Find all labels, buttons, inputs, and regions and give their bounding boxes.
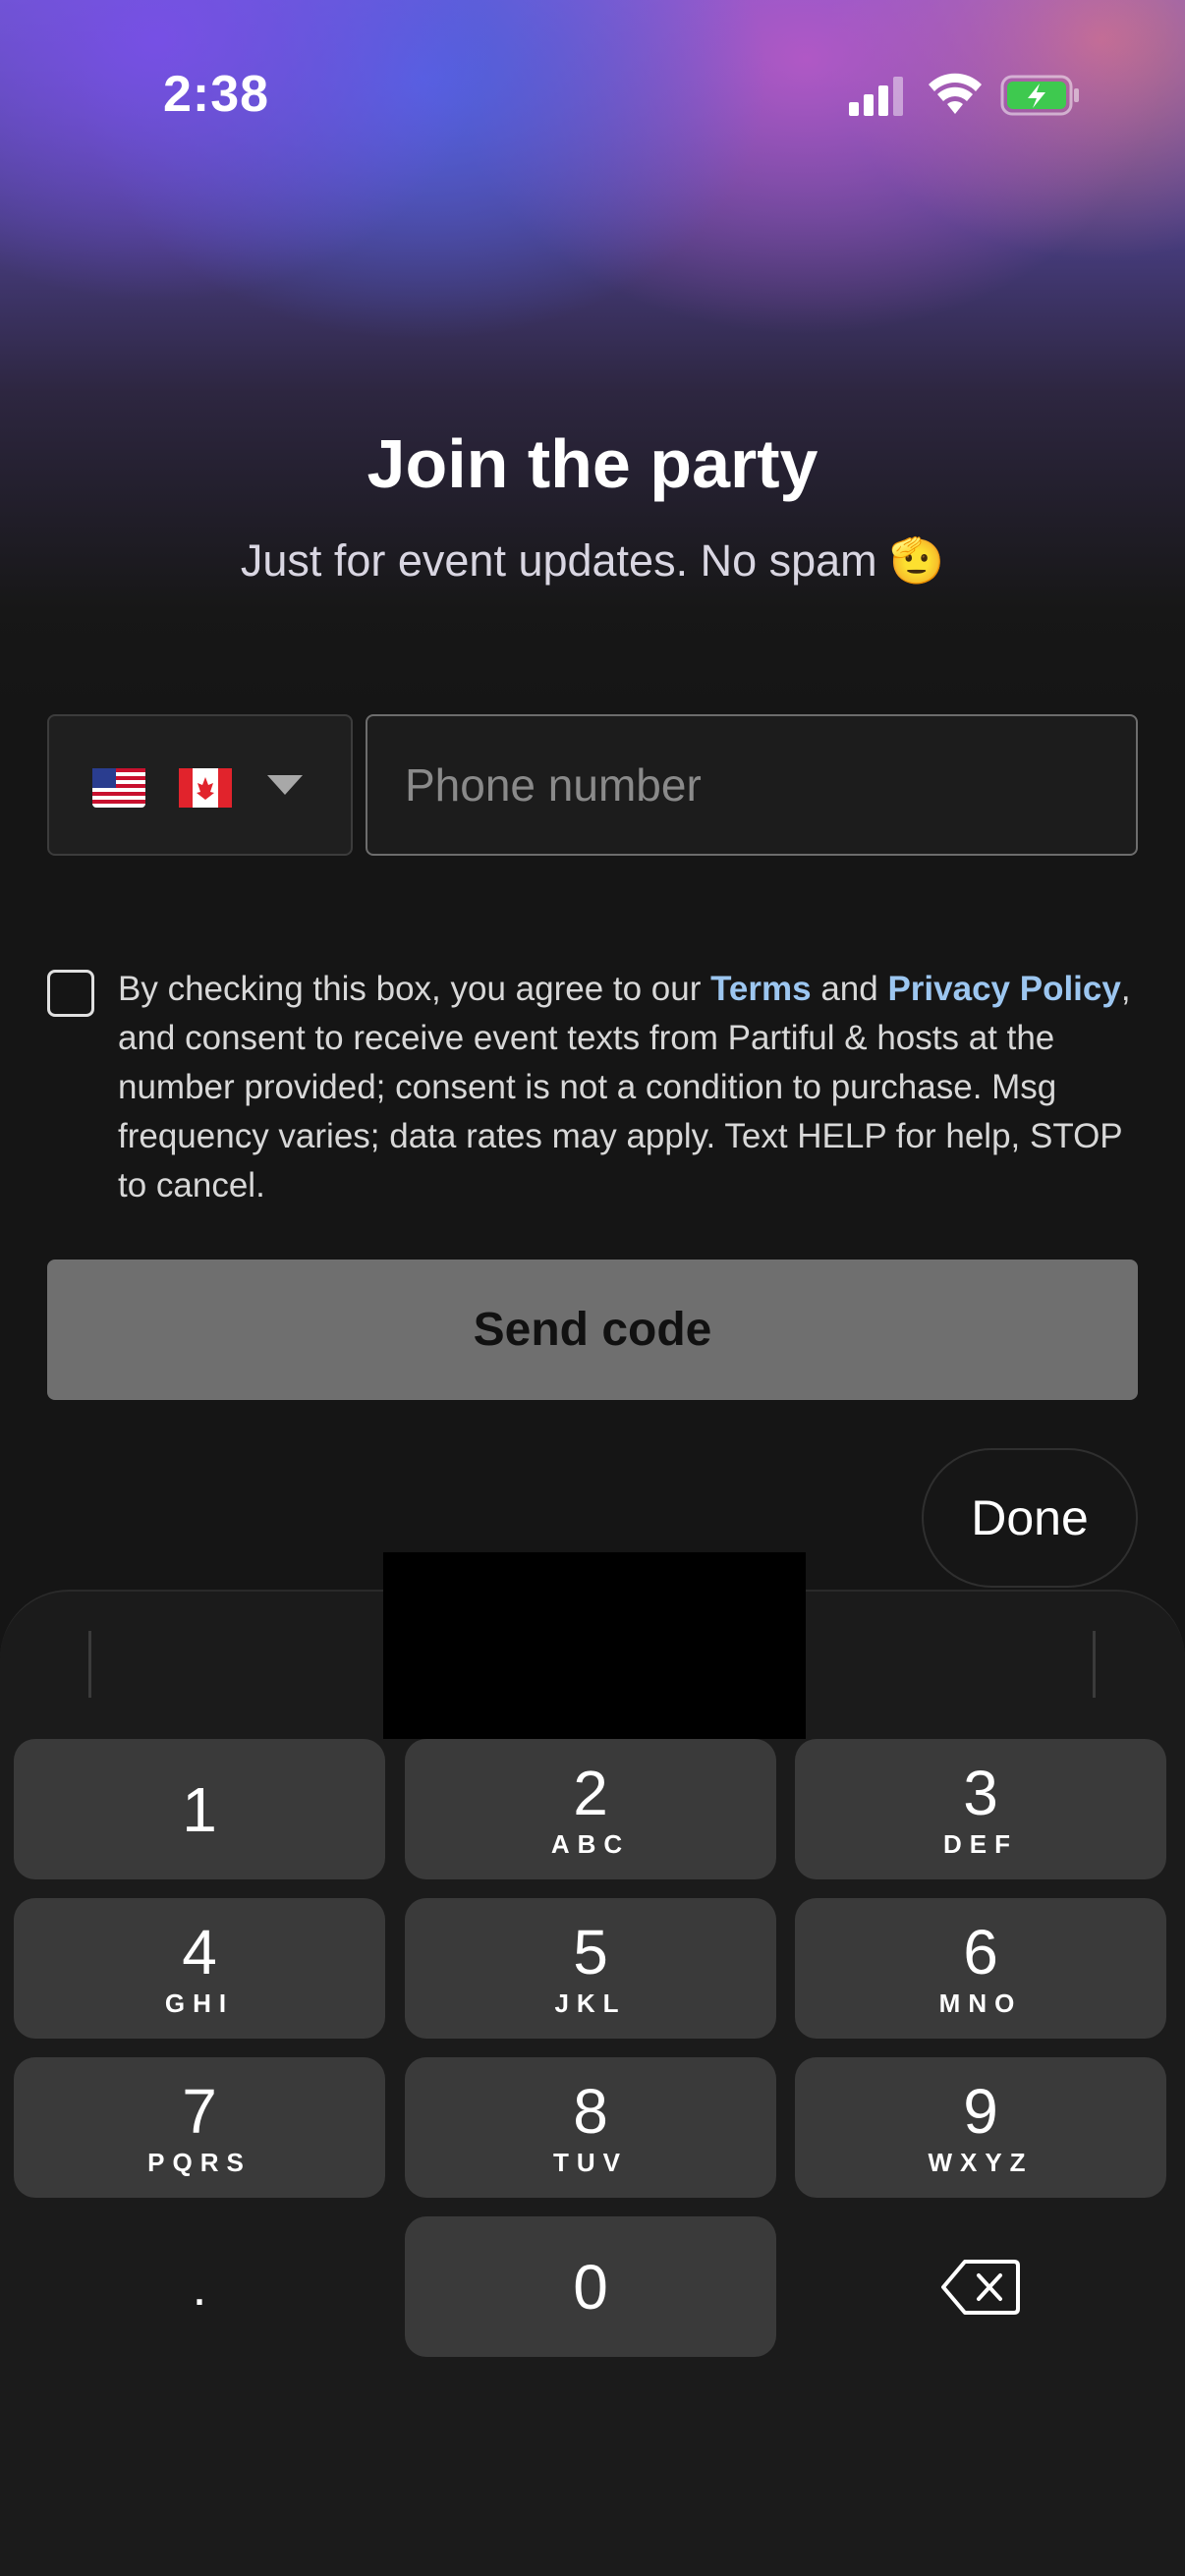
key-letters: PQRS <box>147 2148 252 2177</box>
page-subtitle: Just for event updates. No spam 🫡 <box>240 535 945 586</box>
key-3[interactable]: 3 DEF <box>795 1739 1166 1879</box>
done-button[interactable]: Done <box>922 1448 1138 1588</box>
key-backspace[interactable] <box>795 2216 1166 2357</box>
key-digit: 3 <box>963 1758 998 1828</box>
key-letters: GHI <box>164 1988 235 2018</box>
key-decimal[interactable]: . <box>14 2216 385 2357</box>
keyboard-toolbar-divider <box>1093 1631 1096 1698</box>
key-2[interactable]: 2 ABC <box>405 1739 776 1879</box>
key-digit: 2 <box>573 1758 608 1828</box>
key-letters: MNO <box>938 1988 1023 2018</box>
key-digit: 1 <box>182 1773 217 1845</box>
country-flags <box>92 761 246 811</box>
key-8[interactable]: 8 TUV <box>405 2057 776 2198</box>
consent-text-and: and <box>811 970 888 1008</box>
backspace-icon <box>941 2259 1020 2315</box>
key-6[interactable]: 6 MNO <box>795 1898 1166 2039</box>
key-letters: JKL <box>554 1988 627 2018</box>
key-digit: 4 <box>182 1917 217 1988</box>
key-digit: 7 <box>182 2076 217 2147</box>
key-letters: ABC <box>550 1829 631 1859</box>
consent-checkbox[interactable] <box>47 970 94 1017</box>
key-letters: DEF <box>943 1829 1018 1859</box>
key-letters: WXYZ <box>928 2148 1034 2177</box>
phone-number-input[interactable] <box>366 714 1138 856</box>
consent-text: By checking this box, you agree to our T… <box>118 965 1150 1210</box>
key-9[interactable]: 9 WXYZ <box>795 2057 1166 2198</box>
key-1[interactable]: 1 <box>14 1739 385 1879</box>
us-flag-icon <box>92 768 145 809</box>
redacted-area <box>383 1552 806 1739</box>
key-digit: 6 <box>963 1917 998 1988</box>
caret-down-icon <box>267 775 303 795</box>
country-code-select[interactable] <box>47 714 353 856</box>
key-digit: 8 <box>573 2076 608 2147</box>
key-digit: . <box>192 2257 207 2317</box>
send-code-button[interactable]: Send code <box>47 1260 1138 1400</box>
key-0[interactable]: 0 <box>405 2216 776 2357</box>
privacy-policy-link[interactable]: Privacy Policy <box>887 970 1120 1008</box>
key-5[interactable]: 5 JKL <box>405 1898 776 2039</box>
wifi-icon <box>929 73 982 114</box>
signal-icon <box>849 77 903 116</box>
status-time: 2:38 <box>163 66 270 123</box>
key-7[interactable]: 7 PQRS <box>14 2057 385 2198</box>
key-digit: 5 <box>573 1917 608 1988</box>
battery-charging-icon <box>1000 75 1079 116</box>
consent-text-prefix: By checking this box, you agree to our <box>118 970 711 1008</box>
key-digit: 0 <box>573 2251 608 2323</box>
keyboard-toolbar-divider <box>88 1631 91 1698</box>
status-bar: 2:38 <box>0 0 1185 196</box>
page-title: Join the party <box>367 425 818 502</box>
key-digit: 9 <box>963 2076 998 2147</box>
terms-link[interactable]: Terms <box>710 970 811 1008</box>
key-letters: TUV <box>553 2148 628 2177</box>
canada-flag-icon <box>179 768 233 809</box>
key-4[interactable]: 4 GHI <box>14 1898 385 2039</box>
